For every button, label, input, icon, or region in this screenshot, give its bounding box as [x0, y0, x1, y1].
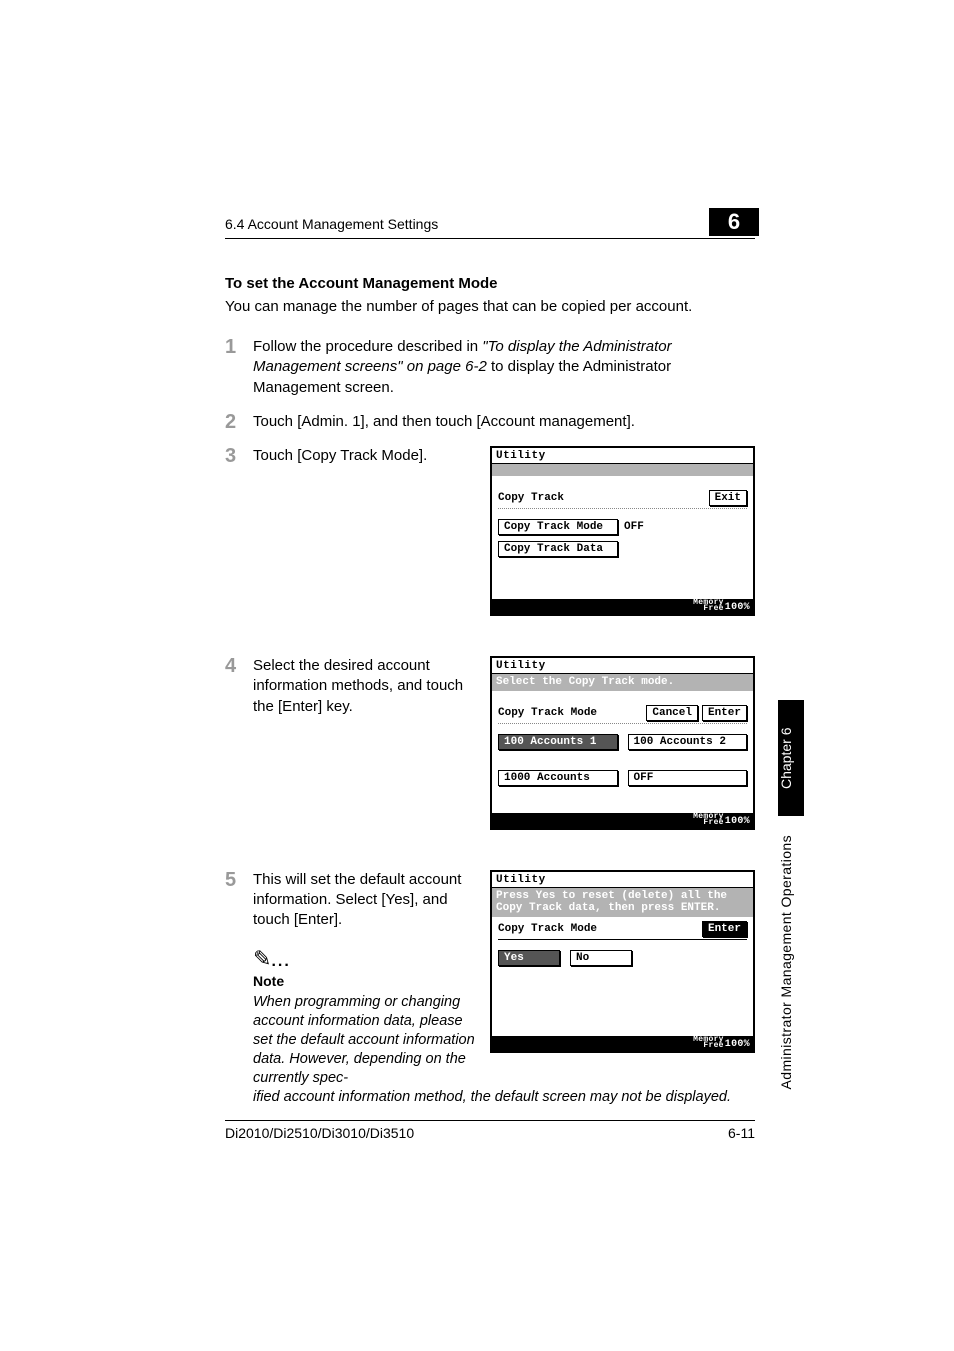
instruction-strip: Press Yes to reset (delete) all the Copy… — [492, 888, 753, 917]
option-100-accounts-1[interactable]: 100 Accounts 1 — [498, 734, 618, 750]
header-section-text: 6.4 Account Management Settings — [225, 216, 438, 232]
step-text: Follow the procedure described in "To di… — [253, 337, 755, 398]
utility-screen-1: Utility Copy Track Exit Copy Track Mode … — [490, 446, 755, 616]
step-text-main: This will set the default account inform… — [253, 871, 461, 929]
memory-label: Memory Free — [693, 814, 724, 827]
option-1000-accounts[interactable]: 1000 Accounts — [498, 770, 618, 786]
instruction-strip: Select the Copy Track mode. — [492, 674, 753, 691]
step-text-pre: Follow the procedure described in — [253, 338, 482, 355]
note-body-1: When programming or changing account inf… — [253, 993, 480, 1087]
utility-title: Utility — [492, 448, 753, 464]
step-number: 5 — [225, 870, 253, 890]
chapter-number-box: 6 — [709, 208, 759, 236]
mode-state-label: OFF — [624, 521, 644, 533]
step-number: 4 — [225, 656, 253, 676]
step-text: Touch [Copy Track Mode]. — [253, 446, 480, 466]
memory-value: 100% — [725, 602, 750, 613]
side-chapter-tab: Chapter 6 — [778, 700, 804, 816]
enter-button[interactable]: Enter — [702, 921, 747, 937]
side-section-title: Administrator Management Operations — [778, 835, 804, 1089]
section-title: To set the Account Management Mode — [225, 275, 755, 292]
screen-title: Copy Track — [498, 492, 564, 504]
note-title: Note — [253, 972, 480, 991]
memory-label: Memory Free — [693, 1037, 724, 1050]
note-body-2: ified account information method, the de… — [253, 1088, 755, 1107]
step-text: Select the desired account information m… — [253, 656, 480, 717]
cancel-button[interactable]: Cancel — [646, 705, 698, 721]
page-header: 6.4 Account Management Settings 6 — [225, 216, 755, 239]
memory-value: 100% — [725, 1039, 750, 1050]
step-number: 3 — [225, 446, 253, 466]
note-icon: ✎... — [253, 948, 480, 970]
intro-text: You can manage the number of pages that … — [225, 298, 755, 315]
option-off[interactable]: OFF — [628, 770, 748, 786]
step-number: 1 — [225, 337, 253, 357]
exit-button[interactable]: Exit — [709, 490, 747, 506]
step-text: This will set the default account inform… — [253, 870, 480, 1088]
footer-page: 6-11 — [728, 1125, 755, 1141]
utility-title: Utility — [492, 658, 753, 674]
no-button[interactable]: No — [570, 950, 632, 966]
copy-track-data-button[interactable]: Copy Track Data — [498, 541, 618, 557]
step-number: 2 — [225, 412, 253, 432]
memory-bar: Memory Free100% — [492, 1036, 753, 1051]
memory-bar: Memory Free100% — [492, 599, 753, 614]
utility-title: Utility — [492, 872, 753, 888]
option-100-accounts-2[interactable]: 100 Accounts 2 — [628, 734, 748, 750]
memory-value: 100% — [725, 816, 750, 827]
grey-strip — [492, 464, 753, 476]
yes-button[interactable]: Yes — [498, 950, 560, 966]
screen-title: Copy Track Mode — [498, 707, 597, 719]
enter-button[interactable]: Enter — [702, 705, 747, 721]
page-footer: Di2010/Di2510/Di3010/Di3510 6-11 — [225, 1120, 755, 1141]
utility-screen-2: Utility Select the Copy Track mode. Copy… — [490, 656, 755, 830]
utility-screen-3: Utility Press Yes to reset (delete) all … — [490, 870, 755, 1053]
screen-title: Copy Track Mode — [498, 923, 597, 935]
memory-bar: Memory Free100% — [492, 813, 753, 828]
footer-model: Di2010/Di2510/Di3010/Di3510 — [225, 1125, 414, 1141]
memory-label: Memory Free — [693, 600, 724, 613]
copy-track-mode-button[interactable]: Copy Track Mode — [498, 519, 618, 535]
step-text: Touch [Admin. 1], and then touch [Accoun… — [253, 412, 755, 432]
